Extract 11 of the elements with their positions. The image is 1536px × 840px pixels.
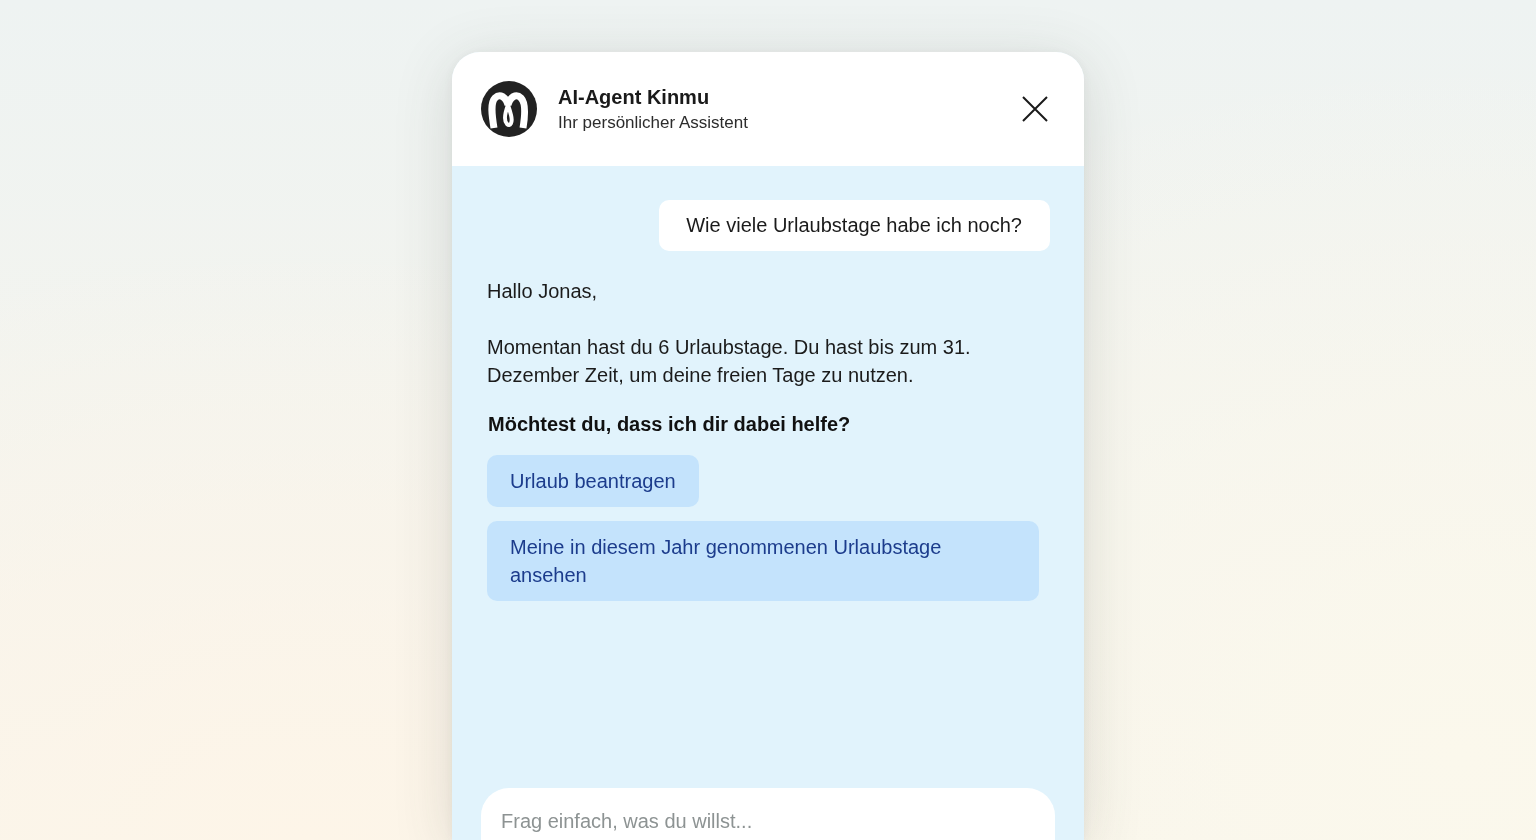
message-input-field[interactable]: Frag einfach, was du willst... bbox=[481, 788, 1055, 840]
logo-icon bbox=[481, 81, 537, 137]
assistant-name: AI-Agent Kinmu bbox=[558, 85, 711, 110]
suggestion-button[interactable]: Urlaub beantragen bbox=[487, 455, 699, 507]
close-icon bbox=[1022, 96, 1048, 122]
assistant-message-text: Momentan hast du 6 Urlaubstage. Du hast bis zum 31. Dezember Zeit, um deine freien Tage zu nutzen. bbox=[487, 335, 972, 388]
user-message-bubble: Wie viele Urlaubstage habe ich noch? bbox=[659, 200, 1050, 251]
assistant-message-text: Hallo Jonas, bbox=[487, 279, 598, 304]
assistant-subtitle: Ihr persönlicher Assistent bbox=[558, 112, 749, 134]
suggestion-button[interactable]: Meine in diesem Jahr genommenen Urlaubstage ansehen bbox=[487, 521, 1039, 601]
assistant-question-text: Möchtest du, dass ich dir dabei helfe? bbox=[488, 412, 851, 437]
